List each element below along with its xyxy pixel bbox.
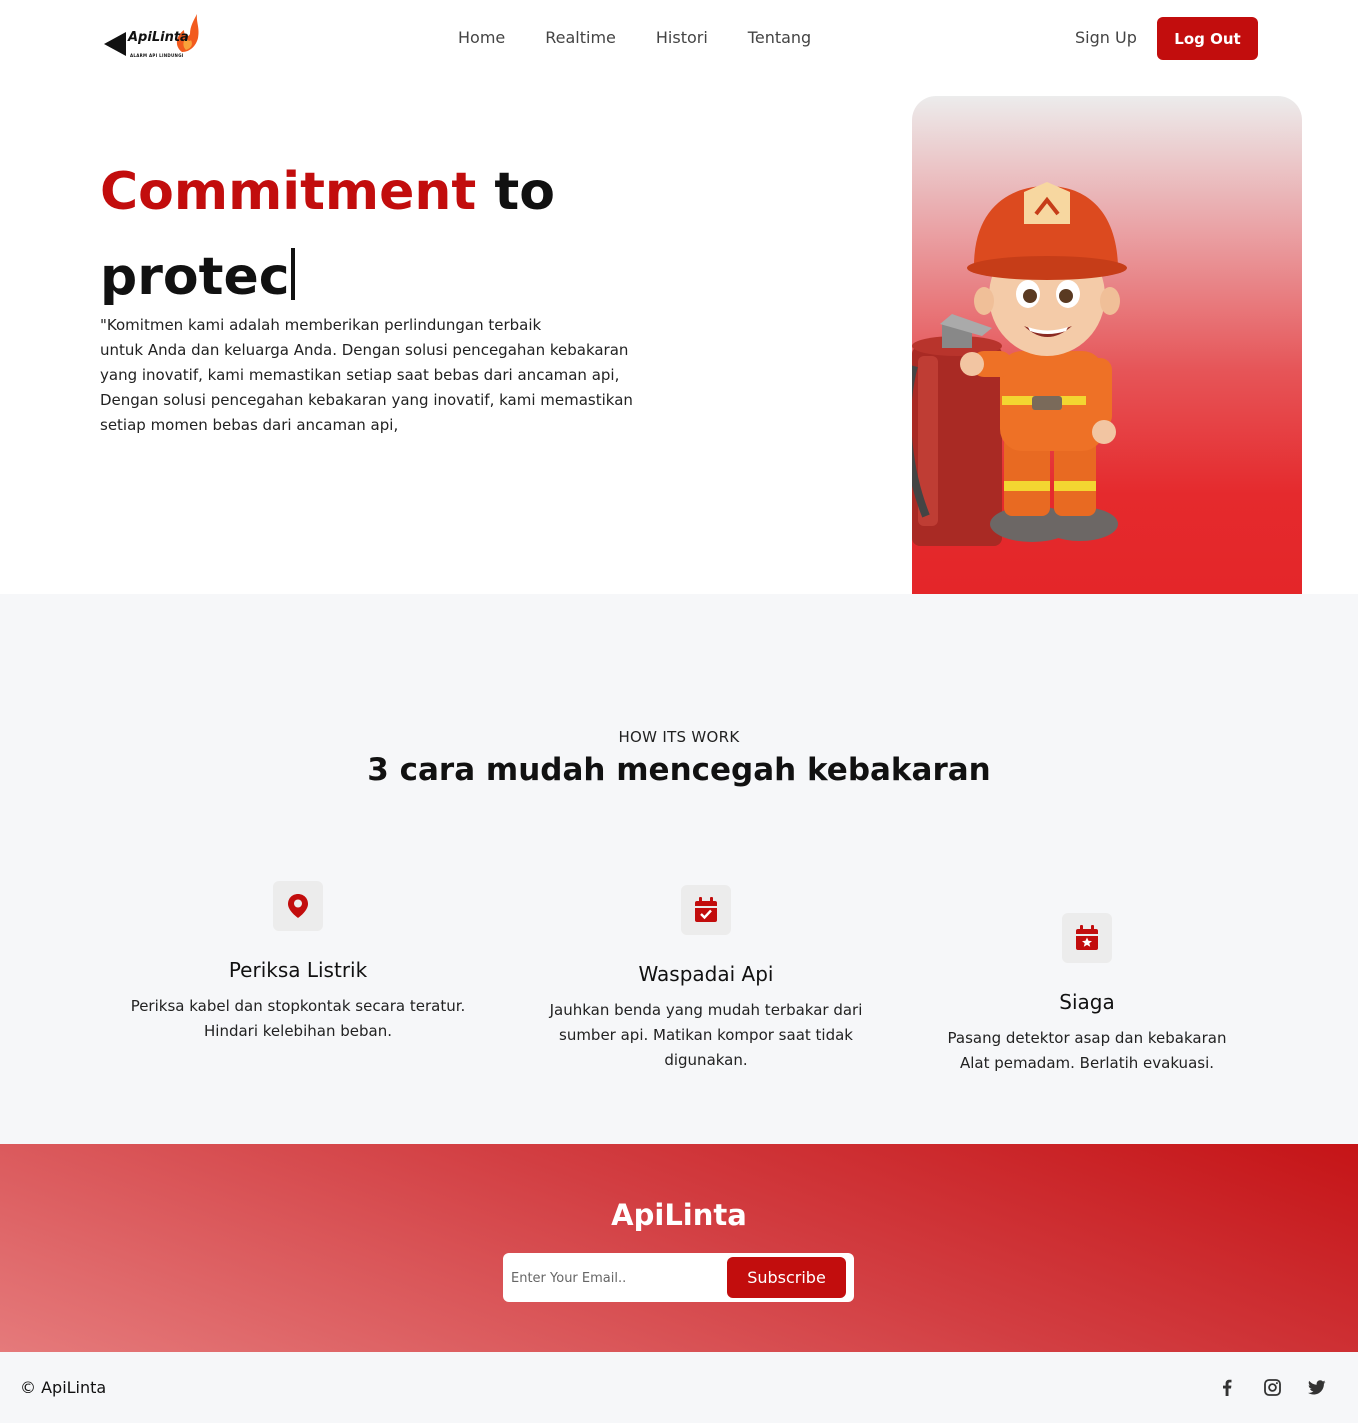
logout-button[interactable]: Log Out	[1157, 17, 1258, 60]
nav-link-home[interactable]: Home	[458, 28, 505, 47]
signup-link[interactable]: Sign Up	[1075, 28, 1137, 47]
step-card: Siaga Pasang detektor asap dan kebakaran…	[886, 913, 1288, 1076]
step-title: Waspadai Api	[638, 962, 774, 986]
nav-links: Home Realtime Histori Tentang	[458, 28, 851, 47]
hero-title-rest: to	[476, 162, 555, 222]
hero-image-card	[912, 96, 1302, 594]
section-eyebrow: HOW ITS WORK	[618, 728, 740, 746]
nav-link-tentang[interactable]: Tentang	[748, 28, 811, 47]
calendar-star-icon	[1062, 913, 1112, 963]
footer: © ApiLinta	[0, 1352, 1358, 1423]
subscribe-button[interactable]: Subscribe	[727, 1257, 846, 1298]
step-card: Waspadai Api Jauhkan benda yang mudah te…	[505, 885, 907, 1073]
copyright-text: © ApiLinta	[20, 1378, 107, 1397]
hero-title: Commitment to protec	[100, 150, 800, 320]
facebook-icon[interactable]	[1216, 1376, 1238, 1398]
step-description: Pasang detektor asap dan kebakaran Alat …	[947, 1029, 1227, 1072]
step-title: Siaga	[1059, 990, 1115, 1014]
brand-title: ApiLinta	[611, 1198, 747, 1232]
subscribe-form: Subscribe	[503, 1253, 854, 1302]
step-card: Periksa Listrik Periksa kabel dan stopko…	[97, 881, 499, 1044]
how-it-works-section: HOW ITS WORK 3 cara mudah mencegah kebak…	[0, 594, 1358, 1144]
logo[interactable]: ApiLinta ALARM API LINDUNGI	[104, 12, 200, 60]
hero-title-typed: protec	[100, 247, 290, 307]
step-title: Periksa Listrik	[228, 958, 368, 982]
typing-caret	[290, 248, 295, 300]
nav-link-histori[interactable]: Histori	[656, 28, 708, 47]
instagram-icon[interactable]	[1261, 1376, 1283, 1398]
logo-text: ApiLinta	[128, 30, 189, 45]
step-description: Jauhkan benda yang mudah terbakar dari s…	[549, 1001, 863, 1069]
navbar: ApiLinta ALARM API LINDUNGI Home Realtim…	[0, 0, 1358, 78]
hero-title-accent: Commitment	[100, 162, 477, 222]
section-heading: 3 cara mudah mencegah kebakaran	[367, 752, 991, 788]
step-description: Periksa kabel dan stopkontak secara tera…	[130, 997, 466, 1040]
map-pin-icon	[273, 881, 323, 931]
logo-tagline: ALARM API LINDUNGI	[130, 53, 184, 58]
email-input[interactable]	[511, 1263, 721, 1293]
hero-description: "Komitmen kami adalah memberikan perlind…	[100, 316, 633, 434]
subscribe-section: ApiLinta Subscribe	[0, 1144, 1358, 1352]
twitter-icon[interactable]	[1306, 1376, 1328, 1398]
calendar-check-icon	[681, 885, 731, 935]
firefighter-illustration	[912, 182, 1127, 546]
nav-link-realtime[interactable]: Realtime	[545, 28, 616, 47]
